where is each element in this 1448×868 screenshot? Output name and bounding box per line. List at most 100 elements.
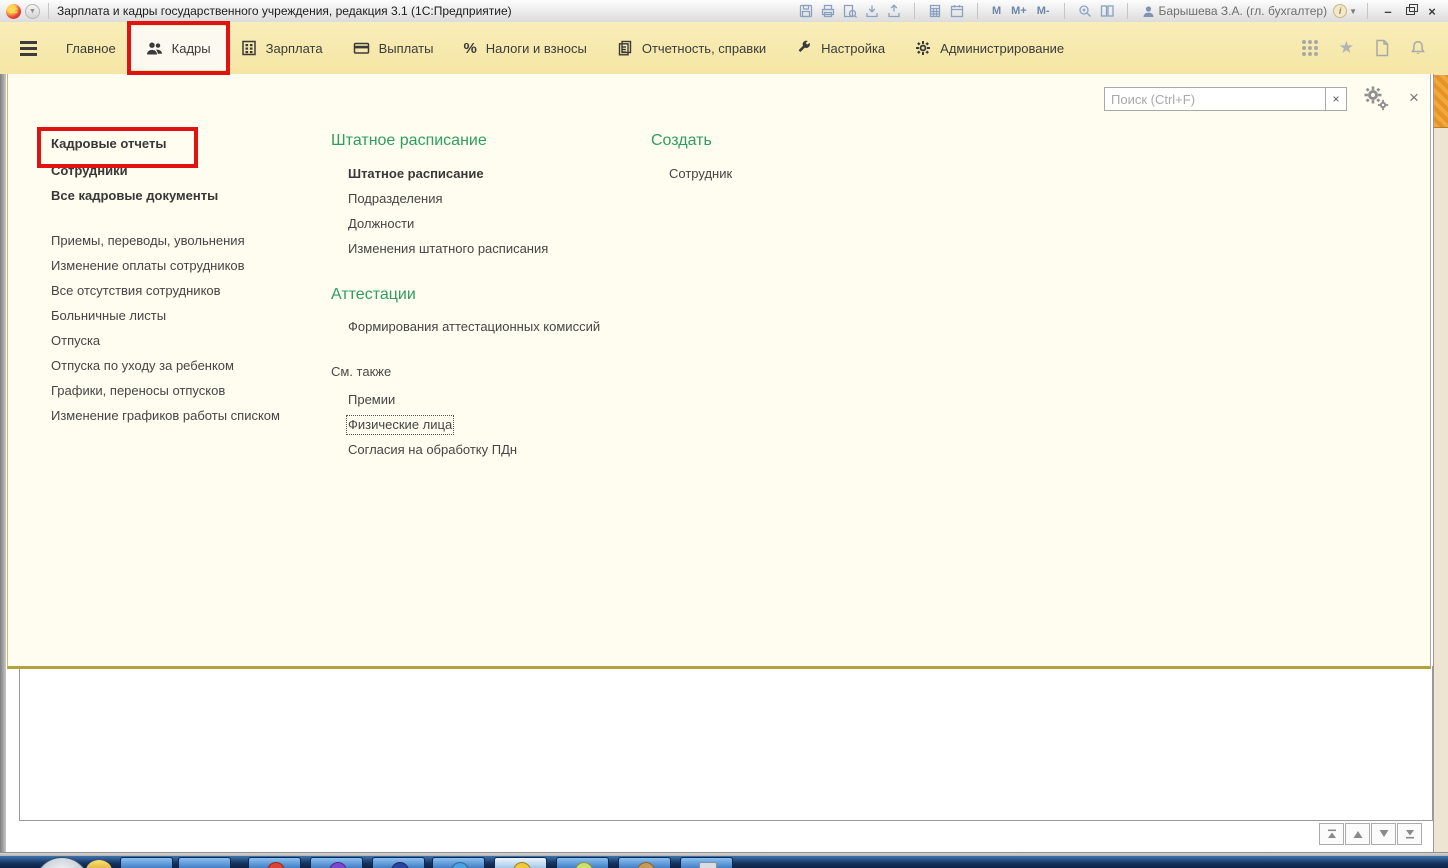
first-page-icon	[1326, 828, 1338, 840]
section-header-attestatsii: Аттестации	[331, 286, 416, 304]
tab-vyplaty[interactable]: Выплаты	[338, 26, 449, 70]
calculator-icon[interactable]	[925, 3, 945, 20]
separator	[1127, 3, 1128, 19]
taskbar-button[interactable]	[248, 857, 301, 868]
taskbar-button[interactable]	[618, 857, 671, 868]
kadry-function-panel: × × Кадровые отчеты Сотрудники Все кадро…	[7, 74, 1431, 669]
menu-item-sotrudnik-create[interactable]: Сотрудник	[669, 166, 732, 182]
tab-label: Зарплата	[266, 41, 323, 56]
page-up-button[interactable]	[1345, 823, 1370, 845]
memory-subtract-button[interactable]: М-	[1033, 5, 1054, 17]
menu-item[interactable]: Изменение графиков работы списком	[51, 408, 280, 424]
tab-label: Главное	[66, 41, 116, 56]
gear-icon	[915, 40, 931, 56]
memory-add-button[interactable]: М+	[1007, 5, 1031, 17]
wrench-icon	[796, 40, 812, 56]
taskbar-button[interactable]	[432, 857, 485, 868]
panel-close-icon[interactable]: ×	[1404, 88, 1424, 108]
app-icon	[391, 862, 409, 868]
search-input[interactable]	[1104, 87, 1326, 111]
history-icon[interactable]	[1374, 39, 1390, 57]
tab-zarplata[interactable]: Зарплата	[226, 26, 338, 70]
tab-glavnoe[interactable]: Главное	[51, 26, 131, 70]
tab-nalogi[interactable]: % Налоги и взносы	[448, 26, 601, 70]
app-icon	[513, 862, 531, 868]
apps-grid-icon[interactable]	[1301, 39, 1319, 57]
print-icon[interactable]	[818, 3, 838, 20]
menu-item[interactable]: Графики, переносы отпусков	[51, 383, 225, 399]
menu-item[interactable]: Отпуска	[51, 333, 100, 349]
favorites-star-icon[interactable]: ★	[1339, 38, 1354, 58]
main-content-area	[6, 666, 1448, 852]
menu-item[interactable]: Согласия на обработку ПДн	[348, 442, 517, 458]
taskbar-button[interactable]	[556, 857, 609, 868]
section-header-shtatnoe-raspisanie: Штатное расписание	[331, 132, 487, 150]
content-border-bottom	[19, 820, 1433, 821]
menu-item[interactable]: Все отсутствия сотрудников	[51, 283, 221, 299]
menu-item-sotrudniki[interactable]: Сотрудники	[51, 163, 128, 179]
panel-settings-gear-icon[interactable]	[1360, 83, 1390, 113]
window-title: Зарплата и кадры государственного учрежд…	[57, 4, 512, 18]
menu-item[interactable]: Должности	[348, 216, 414, 232]
current-user[interactable]: Барышева З.А. (гл. бухгалтер)	[1142, 4, 1328, 18]
first-page-button[interactable]	[1319, 823, 1344, 845]
restore-button[interactable]	[1400, 3, 1420, 19]
tab-nastroyka[interactable]: Настройка	[781, 26, 900, 70]
percent-icon: %	[463, 40, 476, 57]
menu-item[interactable]: Изменение оплаты сотрудников	[51, 258, 245, 274]
search-clear-button[interactable]: ×	[1325, 87, 1347, 111]
main-menu-dropdown-button[interactable]: ▼	[25, 4, 40, 19]
taskbar-button[interactable]	[120, 857, 173, 868]
reports-icon	[617, 40, 633, 56]
tab-label: Налоги и взносы	[486, 41, 587, 56]
menu-item-vse-kadrovye-dokumenty[interactable]: Все кадровые документы	[51, 188, 218, 204]
menu-item-kadrovye-otchety[interactable]: Кадровые отчеты	[51, 136, 166, 152]
notifications-bell-icon[interactable]	[1410, 40, 1426, 57]
menu-item[interactable]: Больничные листы	[51, 308, 166, 324]
minimize-button[interactable]: –	[1378, 3, 1398, 19]
restore-icon	[1406, 7, 1415, 15]
taskbar-button[interactable]	[310, 857, 363, 868]
page-down-icon	[1378, 828, 1390, 840]
tab-label: Настройка	[821, 41, 885, 56]
menu-item-shtatnoe-raspisanie[interactable]: Штатное расписание	[348, 166, 484, 182]
tab-label: Кадры	[172, 41, 211, 56]
tab-kadry[interactable]: Кадры	[131, 26, 226, 70]
folder-icon[interactable]	[86, 860, 112, 868]
info-icon[interactable]: i	[1333, 4, 1347, 18]
calculator-grid-icon	[241, 40, 257, 56]
page-down-button[interactable]	[1371, 823, 1396, 845]
menu-item[interactable]: Отпуска по уходу за ребенком	[51, 358, 234, 374]
tab-administrirovanie[interactable]: Администрирование	[900, 26, 1079, 70]
import-icon[interactable]	[862, 3, 882, 20]
taskbar-button[interactable]	[680, 857, 733, 868]
chevron-down-icon[interactable]: ▼	[1349, 7, 1357, 16]
zoom-icon[interactable]	[1075, 3, 1095, 20]
app-icon	[267, 862, 285, 868]
calendar-icon[interactable]	[947, 3, 967, 20]
memory-recall-button[interactable]: М	[988, 5, 1005, 17]
menu-item[interactable]: Приемы, переводы, увольнения	[51, 233, 245, 249]
close-button[interactable]: ×	[1422, 3, 1442, 19]
print-preview-icon[interactable]	[840, 3, 860, 20]
1c-logo: 1С	[6, 4, 21, 19]
hamburger-menu-icon[interactable]	[20, 41, 37, 56]
taskbar-button[interactable]	[372, 857, 425, 868]
menu-item[interactable]: Подразделения	[348, 191, 443, 207]
application-window: 1С ▼ Зарплата и кадры государственного у…	[0, 0, 1448, 868]
menu-item[interactable]: Премии	[348, 392, 395, 408]
menu-item[interactable]: Формирования аттестационных комиссий	[348, 319, 600, 335]
taskbar-button[interactable]	[178, 857, 231, 868]
export-icon[interactable]	[884, 3, 904, 20]
save-icon[interactable]	[796, 3, 816, 20]
tab-otchetnost[interactable]: Отчетность, справки	[602, 26, 781, 70]
taskbar-button[interactable]	[494, 857, 547, 868]
user-name-label: Барышева З.А. (гл. бухгалтер)	[1159, 4, 1328, 18]
last-page-button[interactable]	[1397, 823, 1422, 845]
split-window-icon[interactable]	[1097, 3, 1117, 20]
menu-item[interactable]: Изменения штатного расписания	[348, 241, 548, 257]
start-button[interactable]	[34, 857, 90, 868]
app-icon	[699, 862, 717, 868]
content-border-left	[19, 666, 20, 820]
menu-item-fizicheskie-litsa[interactable]: Физические лица	[348, 417, 452, 433]
